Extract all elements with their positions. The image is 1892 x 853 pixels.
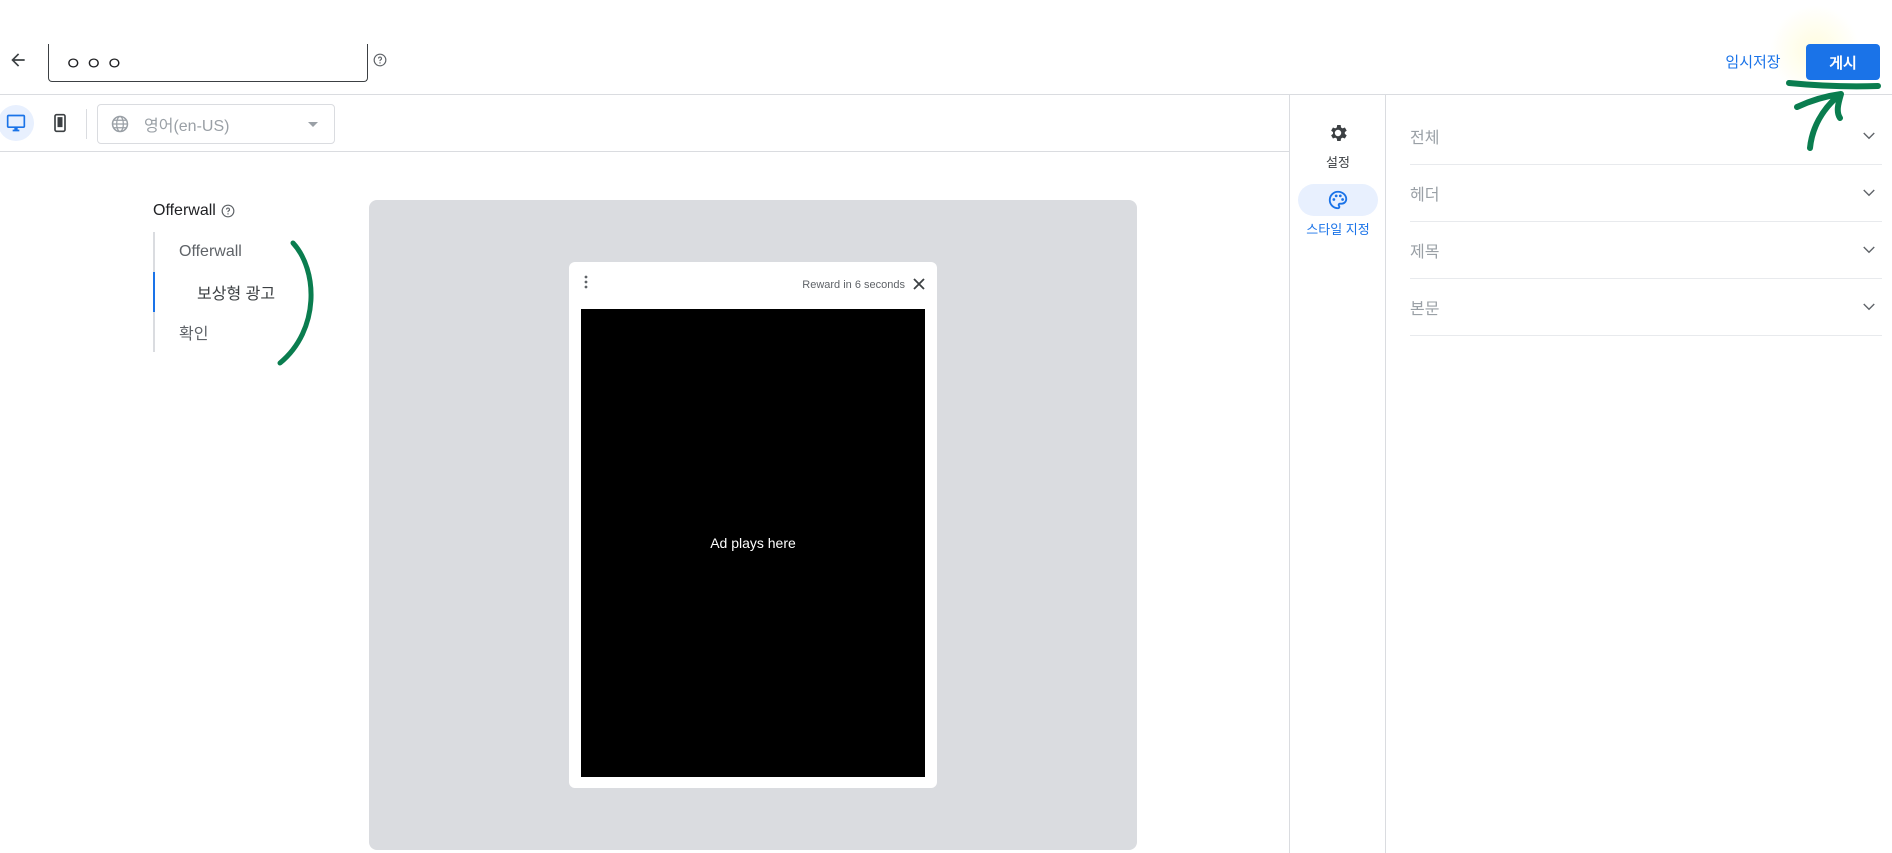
ad-placeholder-text: Ad plays here	[710, 535, 796, 551]
help-icon[interactable]	[221, 204, 235, 218]
mobile-view-button[interactable]	[42, 105, 78, 141]
toolbar-divider	[86, 109, 87, 139]
rail-label: 스타일 지정	[1306, 222, 1370, 237]
section-label: 제목	[1410, 244, 1440, 261]
section-body[interactable]: 본문	[1410, 279, 1882, 336]
desktop-icon	[6, 114, 26, 132]
more-vert-icon[interactable]	[581, 274, 591, 290]
save-draft-button[interactable]: 임시저장	[1718, 48, 1788, 74]
back-button[interactable]	[4, 46, 32, 74]
rail-icon-wrap	[1298, 117, 1378, 149]
preview-canvas: Reward in 6 seconds Ad plays here	[369, 200, 1137, 850]
section-label: 헤더	[1410, 187, 1440, 204]
section-header[interactable]: 헤더	[1410, 165, 1882, 222]
nav-item-confirm[interactable]: 확인	[155, 312, 305, 352]
rail-item-style[interactable]: 스타일 지정	[1298, 184, 1378, 238]
nav-title-label: Offerwall	[153, 202, 216, 219]
title-input[interactable]	[48, 44, 368, 82]
nav-item-rewarded-ad[interactable]: 보상형 광고	[153, 272, 303, 312]
language-select[interactable]: 영어(en-US)	[97, 104, 335, 144]
rail-icon-wrap	[1298, 184, 1378, 216]
chevron-down-icon	[1863, 246, 1875, 254]
help-icon[interactable]	[373, 53, 387, 67]
nav-item-label: 보상형 광고	[197, 286, 276, 303]
globe-icon	[111, 115, 129, 133]
smartphone-icon	[54, 113, 66, 133]
language-value: 영어(en-US)	[144, 118, 230, 135]
section-all[interactable]: 전체	[1410, 108, 1882, 165]
rail-item-settings[interactable]: 설정	[1298, 117, 1378, 171]
nav-item-offerwall[interactable]: Offerwall	[155, 232, 305, 272]
top-bar: 임시저장 게시	[0, 0, 1892, 95]
rail-label: 설정	[1326, 155, 1350, 170]
chevron-down-icon	[1863, 132, 1875, 140]
side-rail: 설정 스타일 지정	[1289, 95, 1386, 853]
nav-list: Offerwall 보상형 광고 확인	[153, 232, 303, 352]
gear-icon	[1331, 125, 1347, 141]
chevron-down-icon	[1863, 189, 1875, 197]
section-label: 전체	[1410, 130, 1440, 147]
nav-item-label: Offerwall	[179, 243, 242, 260]
arrow-back-icon	[11, 53, 25, 67]
nav-title: Offerwall	[153, 202, 235, 220]
publish-button[interactable]: 게시	[1806, 44, 1880, 80]
rewarded-ad-card: Reward in 6 seconds Ad plays here	[569, 262, 937, 788]
chevron-down-icon	[1863, 303, 1875, 311]
preview-toolbar: 영어(en-US)	[0, 95, 1289, 152]
nav-item-label: 확인	[179, 326, 209, 343]
close-icon[interactable]	[911, 276, 927, 292]
palette-icon	[1328, 190, 1348, 210]
desktop-view-button[interactable]	[0, 105, 34, 141]
reward-countdown-text: Reward in 6 seconds	[802, 279, 905, 291]
dropdown-caret-icon	[308, 122, 318, 127]
section-title[interactable]: 제목	[1410, 222, 1882, 279]
ad-video-area: Ad plays here	[581, 309, 925, 777]
section-label: 본문	[1410, 301, 1440, 318]
style-panel: 전체 헤더 제목 본문	[1410, 108, 1882, 336]
